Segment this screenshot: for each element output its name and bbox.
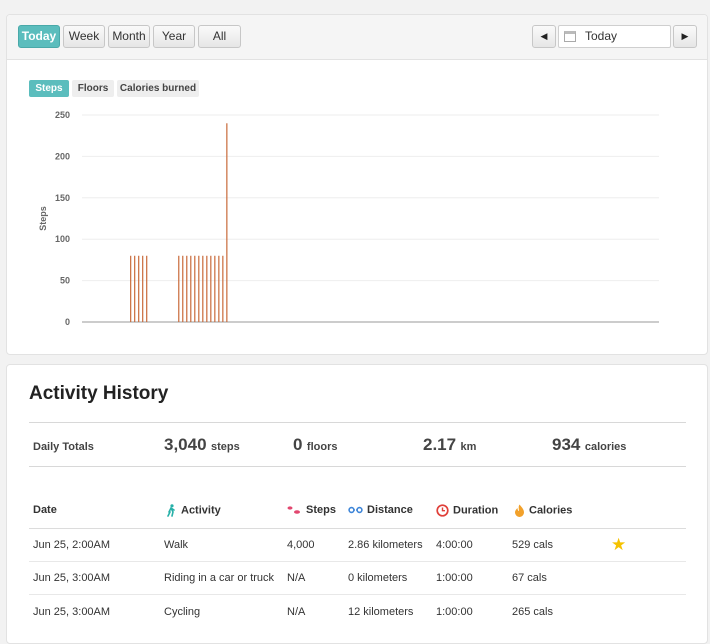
- bar: [214, 255, 216, 322]
- total-distance: 2.17 km: [423, 435, 476, 455]
- row-activity: Riding in a car or truck: [164, 572, 275, 584]
- total-floors-value: 0: [293, 435, 303, 454]
- section-title: Activity History: [29, 383, 169, 404]
- next-day-button[interactable]: ▶: [673, 25, 697, 48]
- steps-chart: 0 50 100 150 200 250 Steps: [38, 110, 659, 327]
- row-calories: 265 cals: [512, 606, 553, 618]
- divider: [29, 422, 686, 423]
- column-label: Date: [33, 504, 57, 516]
- y-tick-label: 100: [55, 234, 70, 244]
- row-duration: 1:00:00: [436, 572, 473, 584]
- total-steps-unit: steps: [211, 441, 240, 453]
- row-steps: 4,000: [287, 539, 315, 551]
- bar: [202, 255, 204, 322]
- tab-calories-burned[interactable]: Calories burned: [117, 80, 199, 97]
- flame-icon: [515, 504, 524, 517]
- range-all-button[interactable]: All: [198, 25, 241, 48]
- y-tick-label: 250: [55, 110, 70, 120]
- range-week-button[interactable]: Week: [63, 25, 105, 48]
- y-tick-label: 200: [55, 151, 70, 161]
- range-month-button[interactable]: Month: [108, 25, 150, 48]
- total-distance-unit: km: [460, 441, 477, 453]
- chart-card: Today Week Month Year All ◀ Today ▶ Step…: [6, 14, 708, 355]
- y-tick-label: 50: [60, 276, 70, 286]
- row-calories: 529 cals: [512, 539, 553, 551]
- y-tick-label: 0: [65, 317, 70, 327]
- range-year-button[interactable]: Year: [153, 25, 195, 48]
- distance-icon: [348, 506, 363, 514]
- walker-icon: [167, 504, 175, 517]
- column-label: Duration: [453, 504, 499, 517]
- column-header-distance[interactable]: Distance: [348, 504, 413, 516]
- column-header-date[interactable]: Date: [33, 504, 57, 516]
- divider: [29, 528, 686, 529]
- row-steps: N/A: [287, 572, 306, 584]
- bar: [186, 255, 188, 322]
- clock-icon: [436, 504, 449, 517]
- row-duration: 4:00:00: [436, 539, 473, 551]
- total-distance-value: 2.17: [423, 435, 457, 454]
- column-label: Activity: [181, 504, 221, 517]
- activity-history-card: Activity History Daily Totals 3,040 step…: [6, 364, 708, 644]
- range-today-button[interactable]: Today: [18, 25, 60, 48]
- bar: [218, 255, 220, 322]
- column-header-calories[interactable]: Calories: [514, 504, 572, 517]
- divider: [29, 466, 686, 467]
- total-floors: 0 floors: [293, 435, 337, 455]
- footprints-icon: [287, 506, 300, 514]
- row-steps: N/A: [287, 606, 306, 618]
- daily-totals-label: Daily Totals: [33, 441, 94, 453]
- bar: [138, 255, 140, 322]
- row-activity: Walk: [164, 539, 189, 551]
- row-distance: 12 kilometers: [348, 606, 414, 618]
- column-header-activity[interactable]: Activity: [166, 504, 221, 517]
- row-date: Jun 25, 3:00AM: [33, 606, 111, 618]
- calendar-icon: [564, 31, 576, 42]
- date-value: Today: [585, 29, 618, 43]
- date-picker-field[interactable]: Today: [558, 25, 671, 48]
- row-activity: Cycling: [164, 606, 201, 618]
- star-icon[interactable]: ★: [611, 536, 626, 553]
- column-label: Calories: [529, 504, 573, 517]
- y-tick-label: 150: [55, 193, 70, 203]
- total-calories-unit: calories: [584, 441, 627, 453]
- column-label: Steps: [306, 504, 336, 516]
- bar: [206, 255, 208, 322]
- chevron-right-icon: ▶: [681, 31, 689, 41]
- row-distance: 0 kilometers: [348, 572, 408, 584]
- total-steps: 3,040 steps: [164, 435, 240, 455]
- previous-day-button[interactable]: ◀: [532, 25, 556, 48]
- bar: [194, 255, 196, 322]
- total-calories-value: 934: [552, 435, 581, 454]
- row-date: Jun 25, 2:00AM: [33, 539, 111, 551]
- bar: [146, 255, 148, 322]
- row-calories: 67 cals: [512, 572, 547, 584]
- chevron-left-icon: ◀: [540, 31, 548, 41]
- divider: [29, 594, 686, 595]
- bar: [226, 123, 228, 322]
- row-duration: 1:00:00: [436, 606, 473, 618]
- bar: [210, 255, 212, 322]
- bar: [182, 255, 184, 322]
- tab-floors[interactable]: Floors: [72, 80, 114, 97]
- total-floors-unit: floors: [306, 441, 338, 453]
- bar: [130, 255, 132, 322]
- row-distance: 2.86 kilometers: [348, 539, 423, 551]
- tab-steps[interactable]: Steps: [29, 80, 69, 97]
- divider: [29, 561, 686, 562]
- column-header-duration[interactable]: Duration: [436, 504, 498, 517]
- total-calories: 934 calories: [552, 435, 626, 455]
- column-header-steps[interactable]: Steps: [287, 504, 336, 516]
- bar: [222, 255, 224, 322]
- bar: [178, 255, 180, 322]
- total-steps-value: 3,040: [164, 435, 207, 454]
- bar: [142, 255, 144, 322]
- row-date: Jun 25, 3:00AM: [33, 572, 111, 584]
- column-label: Distance: [367, 504, 413, 516]
- range-toolbar: Today Week Month Year All ◀ Today ▶: [7, 15, 707, 60]
- bar: [198, 255, 200, 322]
- bar: [134, 255, 136, 322]
- bar: [190, 255, 192, 322]
- y-axis-label: Steps: [38, 206, 48, 231]
